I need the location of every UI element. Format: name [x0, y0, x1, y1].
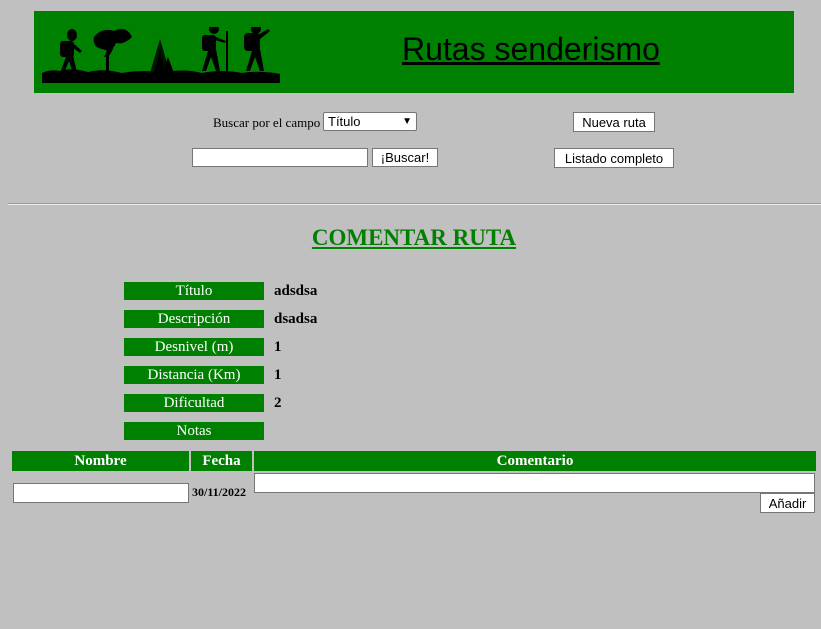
comment-text-input[interactable]	[254, 473, 815, 493]
hikers-silhouette-logo	[42, 27, 280, 83]
route-elevation-value: 1	[274, 339, 282, 355]
column-header-date: Fecha	[191, 451, 252, 471]
page-title: COMENTAR RUTA	[311, 225, 517, 250]
search-button[interactable]: ¡Buscar!	[372, 148, 438, 167]
search-field-label: Buscar por el campo	[213, 115, 321, 130]
full-list-button[interactable]: Listado completo	[554, 148, 674, 168]
route-description-label: Descripción	[124, 310, 264, 328]
route-distance-value: 1	[274, 367, 282, 383]
comment-name-input[interactable]	[13, 483, 189, 503]
comment-date: 30/11/2022	[192, 485, 247, 499]
column-header-comment: Comentario	[254, 451, 816, 471]
chevron-down-icon: ▼	[402, 116, 412, 127]
route-notes-label: Notas	[124, 422, 264, 440]
site-title: Rutas senderismo	[402, 31, 660, 67]
add-comment-button[interactable]: Añadir	[760, 493, 815, 513]
search-input[interactable]	[192, 148, 368, 167]
search-field-select[interactable]: Título ▼	[323, 112, 417, 131]
header-banner: Rutas senderismo	[34, 11, 794, 93]
route-difficulty-label: Dificultad	[124, 394, 264, 412]
new-route-button[interactable]: Nueva ruta	[573, 112, 655, 132]
route-elevation-label: Desnivel (m)	[124, 338, 264, 356]
column-header-name: Nombre	[12, 451, 189, 471]
route-title-label: Título	[124, 282, 264, 300]
horizontal-divider	[8, 203, 821, 205]
search-field-selected: Título	[328, 114, 361, 129]
route-title-value: adsdsa	[274, 283, 318, 299]
route-difficulty-value: 2	[274, 395, 282, 411]
route-distance-label: Distancia (Km)	[124, 366, 264, 384]
route-description-value: dsadsa	[274, 311, 318, 327]
